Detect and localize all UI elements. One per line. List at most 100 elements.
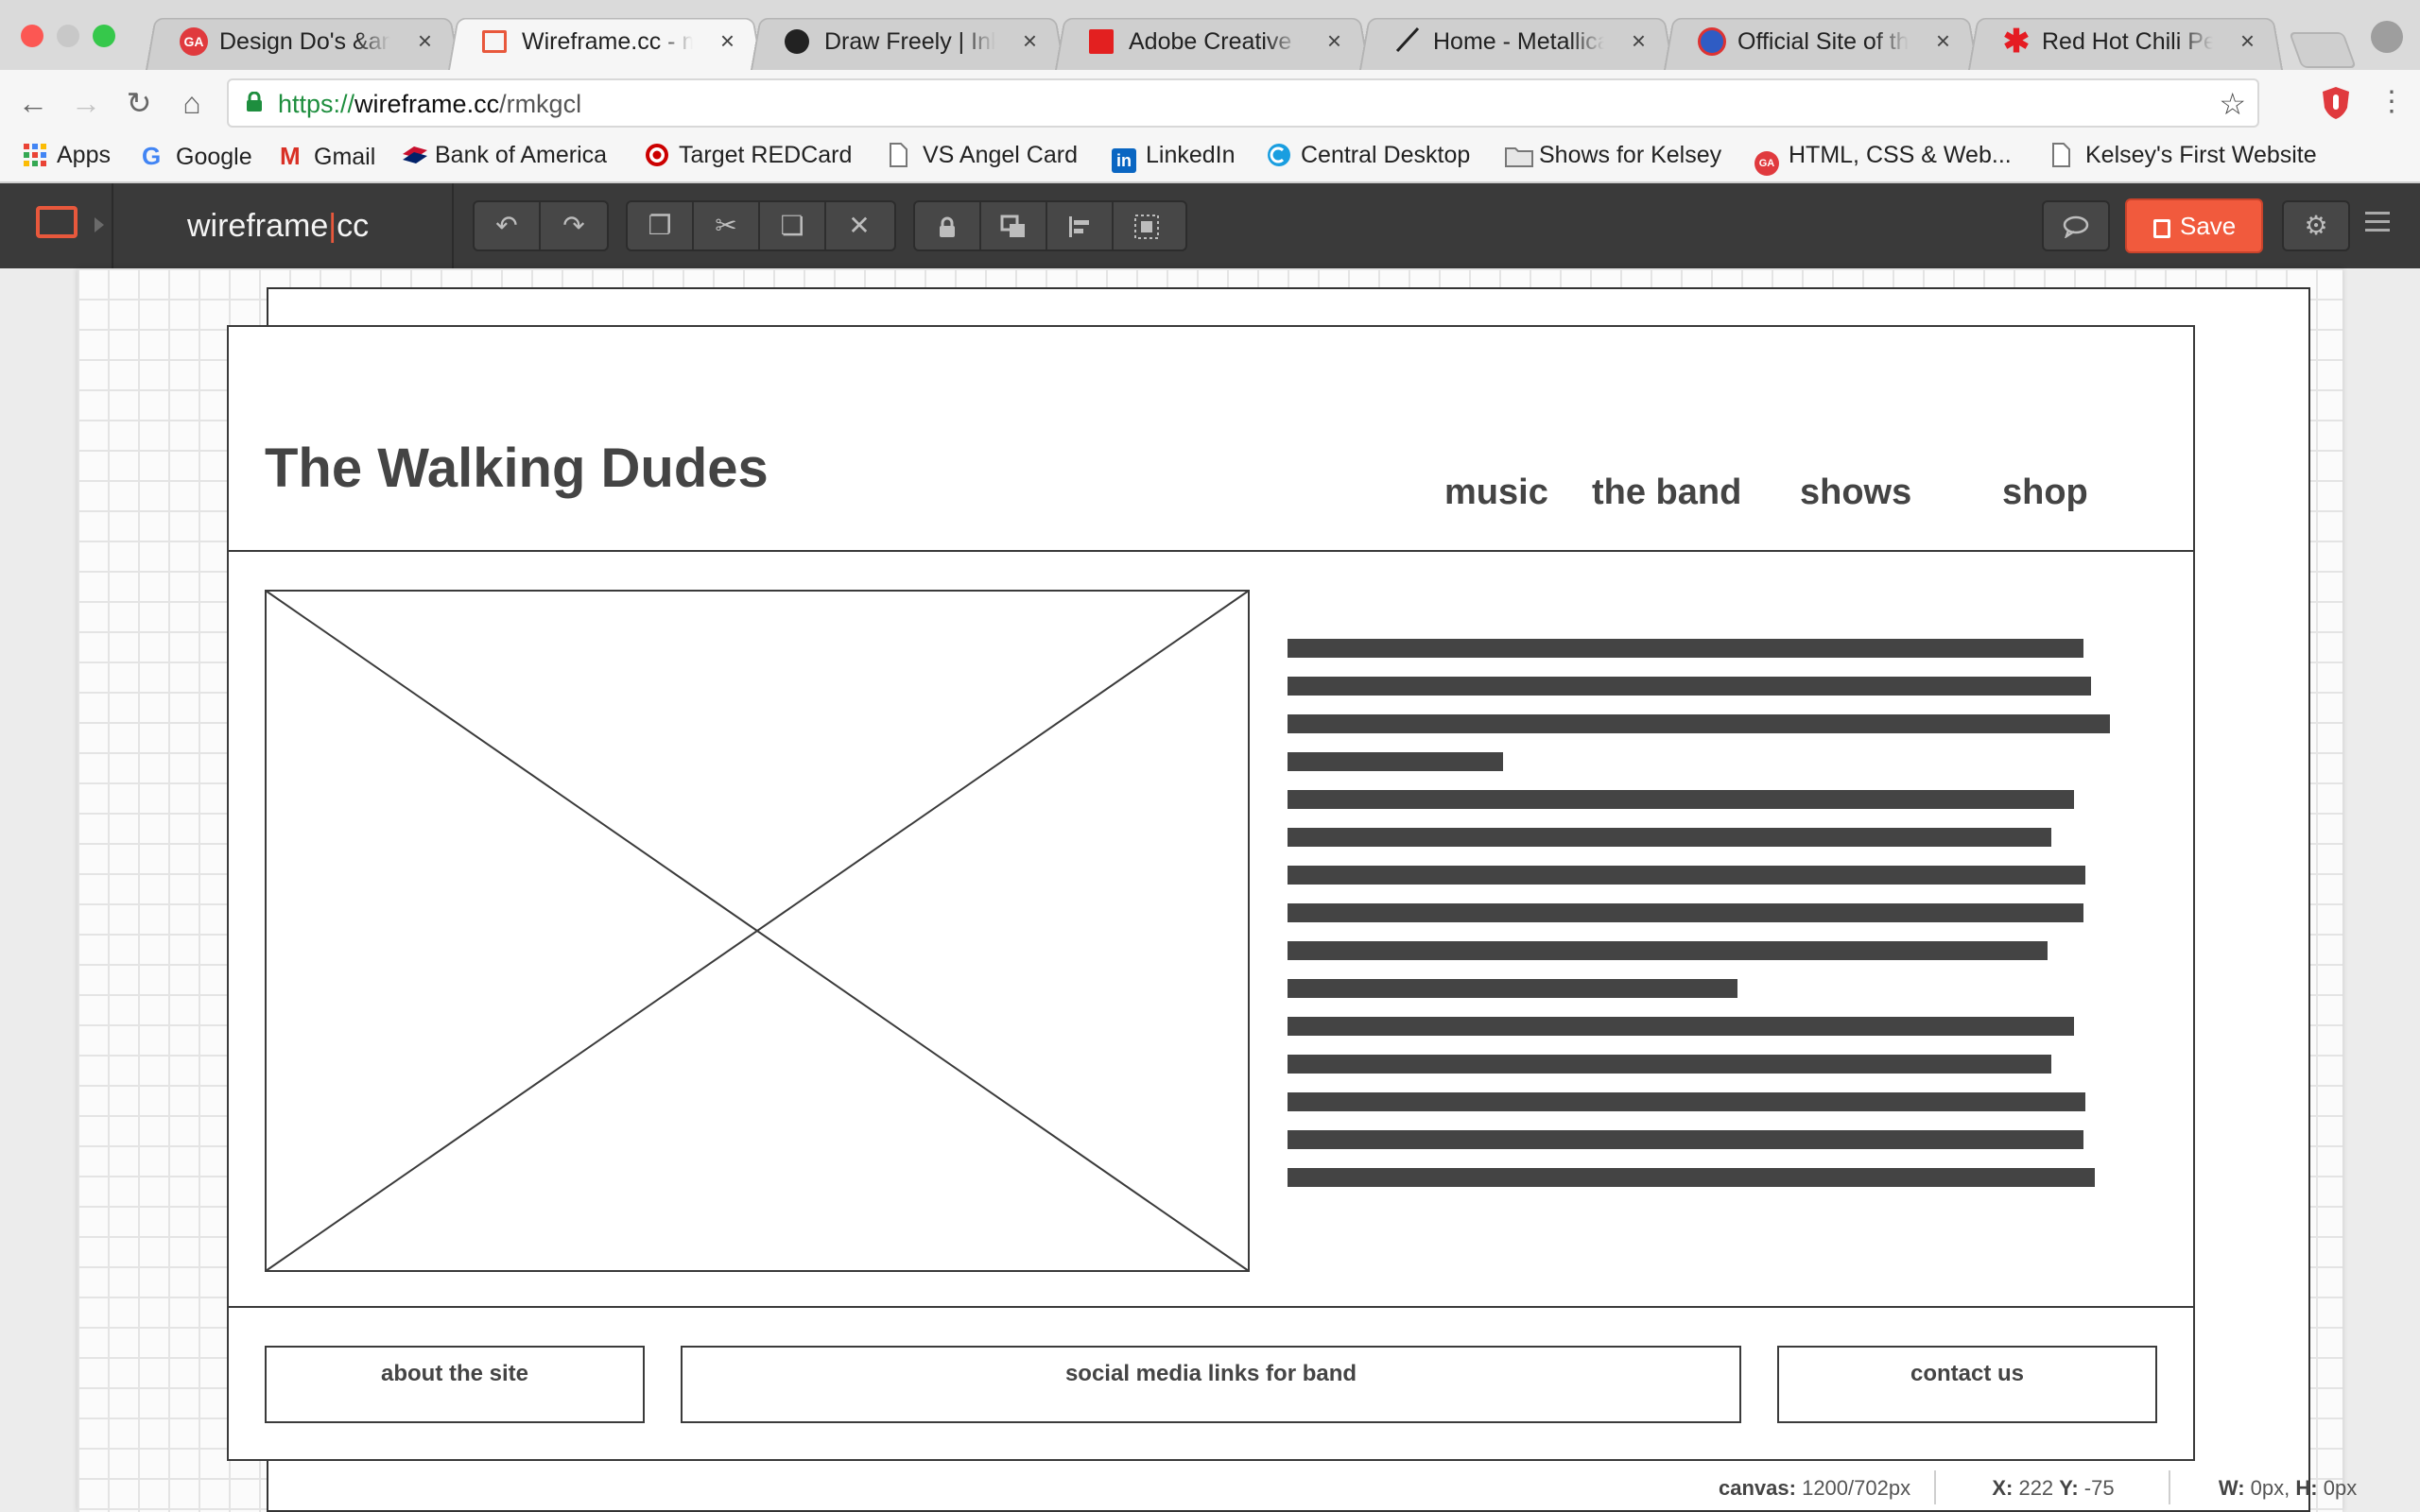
app-brand: wireframe|cc [187, 208, 370, 244]
tab-title: Red Hot Chili Peppers [2042, 28, 2213, 55]
browser-frame-logo-icon[interactable] [36, 206, 78, 238]
bookmark-label: Shows for Kelsey [1539, 142, 1722, 168]
tab-title: Design Do's &amp;amp; Don'ts [219, 28, 390, 55]
text-line [1288, 790, 2074, 809]
site-title[interactable]: The Walking Dudes [265, 437, 769, 500]
bookmark-apps[interactable]: Apps [23, 142, 111, 176]
header-divider [227, 550, 2195, 552]
text-line [1288, 677, 2091, 696]
window-close-button[interactable] [21, 25, 43, 47]
text-line [1288, 828, 2051, 847]
tab-close-icon[interactable]: × [1327, 26, 1341, 56]
apps-grid-icon [23, 143, 47, 167]
bookmark-central-desktop[interactable]: Central Desktop [1267, 142, 1470, 176]
save-button[interactable]: Save [2125, 198, 2263, 253]
tab-close-icon[interactable]: × [1023, 26, 1037, 56]
bookmark-gmail[interactable]: M Gmail [280, 142, 375, 176]
lock-icon [246, 91, 263, 112]
bookmark-google[interactable]: G Google [142, 142, 252, 176]
footer-box-social[interactable]: social media links for band [681, 1346, 1741, 1423]
wireframe-favicon-icon [482, 30, 507, 53]
footer-divider [227, 1306, 2195, 1308]
window-minimize-button[interactable] [57, 25, 79, 47]
paste-icon[interactable]: ❏ [760, 202, 826, 249]
undo-icon[interactable]: ↶ [475, 202, 541, 249]
browser-tab[interactable]: Official Site of the Grateful Dead × [1664, 13, 1979, 71]
new-tab-button[interactable] [2289, 32, 2357, 68]
bookmark-kelseys-first-website[interactable]: Kelsey's First Website [2051, 142, 2317, 176]
nav-link-shop[interactable]: shop [2002, 472, 2088, 513]
align-left-icon[interactable] [1047, 202, 1114, 249]
speech-bubble-icon [2044, 202, 2108, 249]
window-zoom-button[interactable] [93, 25, 115, 47]
tab-title: Wireframe.cc - minimal wireframing tool [522, 28, 693, 55]
nav-link-the-band[interactable]: the band [1592, 472, 1741, 513]
target-logo-icon [645, 143, 669, 167]
text-line [1288, 866, 2085, 885]
forward-arrow-icon[interactable]: → [68, 85, 104, 121]
text-line [1288, 1017, 2074, 1036]
tab-close-icon[interactable]: × [1936, 26, 1950, 56]
redo-icon[interactable]: ↷ [541, 202, 607, 249]
text-line [1288, 941, 2048, 960]
bookmark-label: Kelsey's First Website [2085, 142, 2317, 168]
bookmark-label: VS Angel Card [923, 142, 1078, 168]
bank-of-america-flag-icon [401, 143, 427, 167]
page-icon [889, 143, 913, 167]
browser-tab[interactable]: GA Design Do's &amp;amp; Don'ts × [146, 13, 460, 71]
browser-tab-active[interactable]: Wireframe.cc - minimal wireframing tool … [448, 13, 763, 71]
bookmark-star-icon[interactable]: ☆ [2219, 86, 2246, 122]
footer-box-contact[interactable]: contact us [1777, 1346, 2157, 1423]
hamburger-menu-icon[interactable] [2365, 212, 2390, 234]
image-placeholder[interactable] [265, 590, 1250, 1272]
browser-tab[interactable]: Adobe Creative Cloud × [1055, 13, 1370, 71]
tab-close-icon[interactable]: × [1632, 26, 1646, 56]
adobe-favicon-icon [1089, 29, 1114, 54]
caret-right-icon[interactable] [95, 217, 104, 232]
address-bar[interactable]: https://wireframe.cc/rmkgcl ☆ [227, 78, 2259, 128]
browser-tab[interactable]: Draw Freely | Inkscape × [751, 13, 1065, 71]
profile-avatar-icon[interactable] [2371, 21, 2403, 53]
toolbar-divider [112, 183, 113, 268]
bookmark-bank-of-america[interactable]: Bank of America [401, 142, 607, 176]
floppy-disk-icon [2153, 219, 2170, 238]
extension-shield-icon[interactable] [2320, 85, 2352, 121]
back-arrow-icon[interactable]: ← [15, 85, 51, 121]
bring-to-front-icon[interactable] [981, 202, 1047, 249]
delete-x-icon[interactable]: ✕ [826, 202, 892, 249]
text-line [1288, 1055, 2051, 1074]
tab-close-icon[interactable]: × [418, 26, 432, 56]
tab-close-icon[interactable]: × [720, 26, 735, 56]
text-line [1288, 714, 2110, 733]
nav-link-shows[interactable]: shows [1800, 472, 1911, 513]
browser-tab[interactable]: ✱ Red Hot Chili Peppers × [1968, 13, 2283, 71]
bookmark-linkedin[interactable]: in LinkedIn [1112, 142, 1236, 176]
bookmark-folder-shows[interactable]: Shows for Kelsey [1505, 142, 1721, 176]
group-select-icon[interactable] [1114, 202, 1180, 249]
bookmark-target-redcard[interactable]: Target REDCard [645, 142, 852, 176]
copy-icon[interactable]: ❐ [628, 202, 694, 249]
lock-element-icon[interactable] [915, 202, 981, 249]
tab-close-icon[interactable]: × [2240, 26, 2255, 56]
bookmark-label: Target REDCard [679, 142, 853, 168]
bookmark-vs-angel-card[interactable]: VS Angel Card [889, 142, 1078, 176]
bookmarks-bar: Apps G Google M Gmail Bank of America Targ… [0, 136, 2420, 183]
bookmark-label: HTML, CSS & Web... [1789, 142, 2012, 168]
home-icon[interactable]: ⌂ [174, 85, 210, 121]
bookmark-label: Apps [57, 142, 111, 168]
browser-tab[interactable]: Home - Metallica × [1359, 13, 1674, 71]
bookmark-label: LinkedIn [1146, 142, 1236, 168]
text-line [1288, 752, 1503, 771]
nav-link-music[interactable]: music [1444, 472, 1548, 513]
browser-menu-icon[interactable]: ⋮ [2377, 85, 2406, 118]
footer-box-about[interactable]: about the site [265, 1346, 645, 1423]
settings-button[interactable]: ⚙ [2282, 200, 2350, 251]
text-line [1288, 903, 2083, 922]
text-block-placeholder[interactable] [1288, 639, 2119, 1191]
cut-scissors-icon[interactable]: ✂ [694, 202, 760, 249]
bookmark-label: Central Desktop [1301, 142, 1471, 168]
bookmark-html-css-web[interactable]: GA HTML, CSS & Web... [1754, 142, 2012, 176]
history-button-group: ↶ ↷ [473, 200, 609, 251]
reload-icon[interactable]: ↻ [121, 85, 157, 121]
comment-button[interactable] [2042, 200, 2110, 251]
